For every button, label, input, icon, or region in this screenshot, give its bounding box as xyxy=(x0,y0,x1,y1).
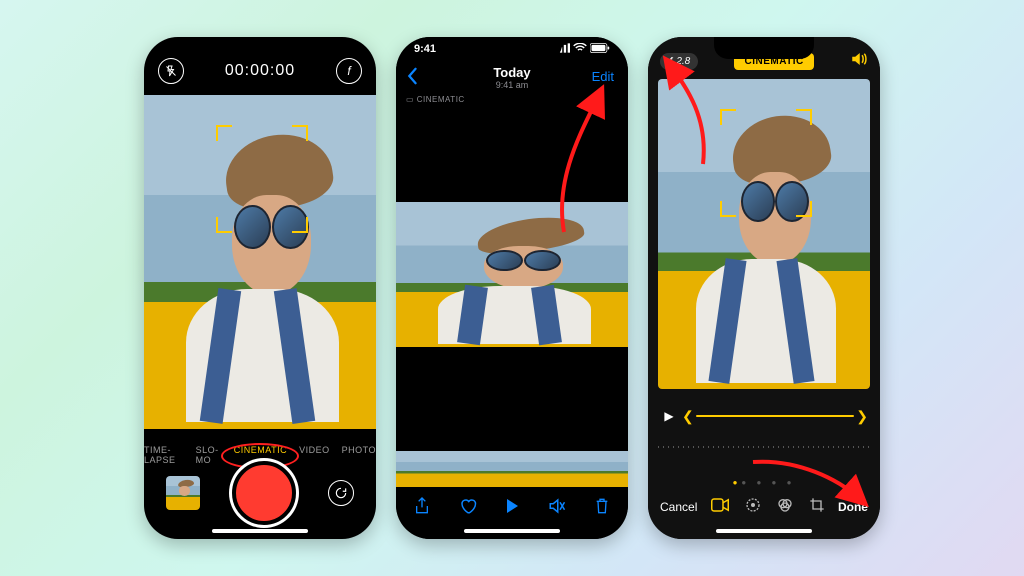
edit-screen: ƒ 2.8 CINEMATIC ▶ ❮ ❯ xyxy=(648,37,880,539)
flip-camera-icon xyxy=(334,486,348,500)
home-indicator[interactable] xyxy=(716,529,812,533)
timeline-scrubber[interactable]: ▶ ❮ ❯ xyxy=(658,399,870,433)
phone-camera: 00:00:00 f TIME-LAPSE SLO-MO CINEMATIC V… xyxy=(144,37,376,539)
video-icon xyxy=(711,498,729,512)
battery-icon xyxy=(590,43,610,53)
photos-screen: 9:41 Today 9:41 am Edit ▭ CINEMATIC xyxy=(396,37,628,539)
focus-bracket xyxy=(720,109,812,217)
speaker-off-icon xyxy=(548,498,566,514)
flash-off-icon xyxy=(165,65,177,77)
camera-screen: 00:00:00 f TIME-LAPSE SLO-MO CINEMATIC V… xyxy=(144,37,376,539)
heart-icon xyxy=(459,497,477,515)
notch xyxy=(210,37,310,59)
status-icons xyxy=(556,43,610,56)
annotation-arrow-edit xyxy=(544,87,614,242)
favorite-button[interactable] xyxy=(459,497,477,520)
timeline-play[interactable]: ▶ xyxy=(658,409,680,423)
depth-slider[interactable] xyxy=(658,439,870,455)
notch xyxy=(714,37,814,59)
thumbnail-scrubber[interactable] xyxy=(396,451,628,487)
trim-handle-right[interactable]: ❯ xyxy=(854,408,870,425)
phone-edit: ƒ 2.8 CINEMATIC ▶ ❮ ❯ xyxy=(648,37,880,539)
aperture-icon: f xyxy=(347,64,350,78)
focus-bracket xyxy=(216,125,308,233)
audio-toggle[interactable] xyxy=(850,51,868,72)
edit-button[interactable]: Edit xyxy=(592,69,614,84)
timeline-frames[interactable] xyxy=(696,415,855,417)
home-indicator[interactable] xyxy=(464,529,560,533)
notch xyxy=(462,37,562,59)
last-capture-thumbnail[interactable] xyxy=(166,476,200,510)
tutorial-graphic: 00:00:00 f TIME-LAPSE SLO-MO CINEMATIC V… xyxy=(0,0,1024,576)
tool-video[interactable] xyxy=(711,498,729,517)
play-button[interactable] xyxy=(505,498,519,519)
delete-button[interactable] xyxy=(594,497,610,520)
cinematic-tag: ▭ CINEMATIC xyxy=(406,95,465,104)
record-timer: 00:00:00 xyxy=(225,62,295,80)
share-icon xyxy=(414,496,430,516)
play-icon xyxy=(505,498,519,514)
speaker-icon xyxy=(850,51,868,67)
depth-toggle[interactable]: f xyxy=(336,58,362,84)
toolbar xyxy=(396,491,628,525)
camera-flip-button[interactable] xyxy=(328,480,354,506)
viewfinder[interactable] xyxy=(144,95,376,429)
status-time: 9:41 xyxy=(414,43,436,56)
share-button[interactable] xyxy=(414,496,430,521)
flash-toggle[interactable] xyxy=(158,58,184,84)
trash-icon xyxy=(594,497,610,515)
home-indicator[interactable] xyxy=(212,529,308,533)
mute-button[interactable] xyxy=(548,498,566,519)
wifi-icon xyxy=(573,43,587,53)
record-button[interactable] xyxy=(232,461,296,525)
annotation-arrow-aperture xyxy=(658,59,718,174)
phone-photos: 9:41 Today 9:41 am Edit ▭ CINEMATIC xyxy=(396,37,628,539)
trim-handle-left[interactable]: ❮ xyxy=(680,408,696,425)
cancel-button[interactable]: Cancel xyxy=(660,500,697,514)
annotation-arrow-done xyxy=(748,454,868,519)
